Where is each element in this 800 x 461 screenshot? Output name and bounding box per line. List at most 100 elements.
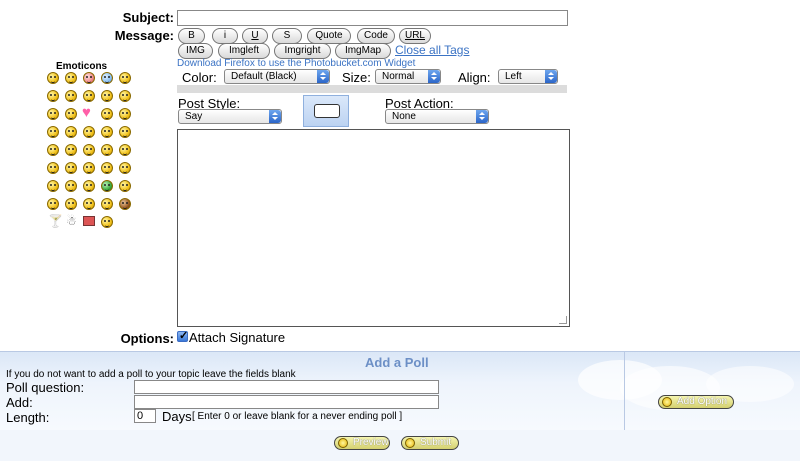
code-tag-button[interactable]: Code <box>357 28 395 44</box>
post-action-select[interactable]: None <box>385 109 489 124</box>
emoticon-icon[interactable] <box>47 144 59 156</box>
emoticon-icon[interactable] <box>65 180 77 192</box>
emoticon-icon[interactable] <box>119 162 131 174</box>
emoticon-icon[interactable] <box>65 162 77 174</box>
emoticon-icon[interactable] <box>65 108 77 120</box>
preview-label: Preview <box>353 437 389 448</box>
poll-hint: If you do not want to add a poll to your… <box>6 369 296 380</box>
emoticon-icon[interactable] <box>65 198 77 210</box>
emoticon-icon[interactable] <box>83 198 95 210</box>
emoticon-icon[interactable] <box>47 198 59 210</box>
emoticon-icon[interactable] <box>83 180 95 192</box>
poll-add-input[interactable] <box>134 395 439 409</box>
poll-length-input[interactable] <box>134 409 156 423</box>
emoticon-icon[interactable] <box>119 90 131 102</box>
add-option-button[interactable]: Add Option <box>658 395 734 409</box>
figure-icon[interactable]: ☃ <box>66 214 77 228</box>
preview-button[interactable]: Preview <box>334 436 390 450</box>
emoticon-icon[interactable] <box>101 198 113 210</box>
bold-tag-button[interactable]: B <box>178 28 205 44</box>
size-select[interactable]: Normal <box>375 69 441 84</box>
subject-label: Subject: <box>122 10 174 25</box>
options-label: Options: <box>120 331 174 346</box>
poll-question-input[interactable] <box>134 380 439 394</box>
chevron-down-icon <box>317 70 329 83</box>
chevron-down-icon <box>269 110 281 123</box>
align-select[interactable]: Left <box>498 69 558 84</box>
message-textarea[interactable] <box>177 129 570 327</box>
subject-input[interactable] <box>177 10 568 26</box>
emoticon-icon[interactable] <box>65 144 77 156</box>
emoticon-icon[interactable] <box>65 90 77 102</box>
imgleft-tag-button[interactable]: Imgleft <box>218 43 270 59</box>
post-style-value: Say <box>185 111 203 122</box>
poll-title: Add a Poll <box>365 355 429 370</box>
emoticon-icon[interactable] <box>119 72 131 84</box>
speech-bubble-icon <box>314 104 340 118</box>
resize-handle-icon[interactable] <box>559 316 567 324</box>
post-style-select[interactable]: Say <box>178 109 282 124</box>
emoticon-icon[interactable] <box>119 198 131 210</box>
emoticon-icon[interactable] <box>119 108 131 120</box>
emoticon-icon[interactable] <box>65 72 77 84</box>
imgright-tag-button[interactable]: Imgright <box>274 43 331 59</box>
emoticon-icon[interactable] <box>47 180 59 192</box>
drink-icon[interactable]: 🍸 <box>48 214 63 228</box>
submit-icon <box>405 438 415 448</box>
emoticon-icon[interactable] <box>101 180 113 192</box>
emoticon-icon[interactable] <box>83 90 95 102</box>
underline-tag-button[interactable]: U <box>242 28 268 44</box>
message-label: Message: <box>114 28 174 43</box>
emoticon-icon[interactable] <box>101 162 113 174</box>
emoticon-icon[interactable] <box>83 162 95 174</box>
checkmark-icon: ✓ <box>179 330 189 342</box>
add-option-label: Add Option <box>677 396 728 407</box>
emoticon-icon[interactable] <box>47 72 59 84</box>
attach-signature-label: Attach Signature <box>189 330 286 345</box>
italic-tag-button[interactable]: i <box>212 28 238 44</box>
speech-bubble-preview <box>303 95 349 127</box>
emoticon-icon[interactable] <box>119 144 131 156</box>
emoticon-icon[interactable] <box>101 72 113 84</box>
emoticon-icon[interactable] <box>101 90 113 102</box>
emoticon-icon[interactable] <box>47 108 59 120</box>
chevron-down-icon <box>476 110 488 123</box>
emoticon-icon[interactable] <box>65 126 77 138</box>
size-select-value: Normal <box>382 71 415 82</box>
close-all-tags-link[interactable]: Close all Tags <box>395 43 469 57</box>
emoticon-icon[interactable] <box>83 126 95 138</box>
emoticon-icon[interactable] <box>101 144 113 156</box>
emoticon-icon[interactable] <box>119 126 131 138</box>
color-select-value: Default (Black) <box>231 71 297 82</box>
color-label: Color: <box>182 70 217 85</box>
chevron-down-icon <box>545 70 557 83</box>
imgmap-tag-button[interactable]: ImgMap <box>335 43 391 59</box>
align-select-value: Left <box>505 71 522 82</box>
emoticon-icon[interactable] <box>101 108 113 120</box>
poll-days-note: [ Enter 0 or leave blank for a never end… <box>192 411 403 422</box>
emoticon-icon[interactable] <box>47 162 59 174</box>
url-tag-button[interactable]: URL <box>399 28 431 44</box>
emoticon-icon[interactable] <box>83 144 95 156</box>
emoticons-title: Emoticons <box>56 61 108 72</box>
submit-label: Submit <box>420 437 452 448</box>
post-action-value: None <box>392 111 416 122</box>
heart-icon[interactable]: ♥ <box>82 104 91 121</box>
color-select[interactable]: Default (Black) <box>224 69 330 84</box>
emoticons-grid: ♥ 🍸 ☃ <box>45 72 135 232</box>
emoticon-icon[interactable] <box>83 72 95 84</box>
tv-icon[interactable] <box>83 216 95 226</box>
preview-icon <box>338 438 348 448</box>
emoticon-icon[interactable] <box>101 216 113 228</box>
emoticon-icon[interactable] <box>119 180 131 192</box>
emoticon-icon[interactable] <box>47 90 59 102</box>
strike-tag-button[interactable]: S <box>272 28 302 44</box>
download-firefox-link[interactable]: Download Firefox to use the Photobucket.… <box>177 58 415 69</box>
emoticon-icon[interactable] <box>47 126 59 138</box>
quote-tag-button[interactable]: Quote <box>307 28 351 44</box>
img-tag-button[interactable]: IMG <box>178 43 213 59</box>
attach-signature-checkbox[interactable]: ✓ <box>177 330 189 342</box>
submit-button[interactable]: Submit <box>401 436 459 450</box>
emoticon-icon[interactable] <box>101 126 113 138</box>
add-icon <box>662 397 672 407</box>
